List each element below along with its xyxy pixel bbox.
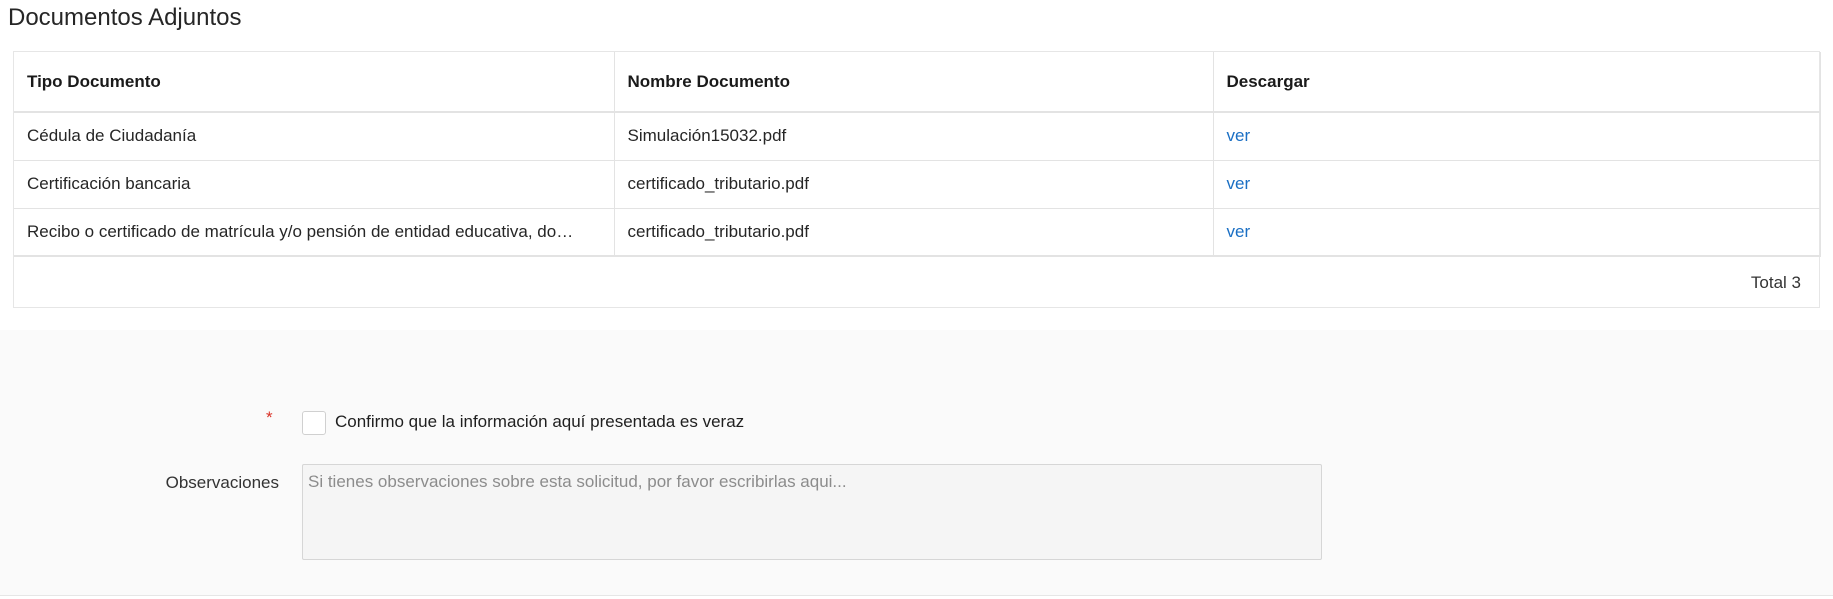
view-link[interactable]: ver (1227, 126, 1251, 145)
documents-table-container: Tipo Documento Nombre Documento Descarga… (13, 51, 1821, 308)
view-link[interactable]: ver (1227, 222, 1251, 241)
documents-table: Tipo Documento Nombre Documento Descarga… (14, 52, 1821, 257)
table-row: Cédula de Ciudadanía Simulación15032.pdf… (14, 112, 1821, 161)
page: Documentos Adjuntos Tipo Documento Nombr… (0, 0, 1833, 599)
table-row: Recibo o certificado de matrícula y/o pe… (14, 208, 1821, 257)
column-header-nombre: Nombre Documento (614, 52, 1214, 113)
column-header-tipo: Tipo Documento (14, 52, 615, 113)
table-row: Certificación bancaria certificado_tribu… (14, 160, 1821, 209)
cell-descargar: ver (1213, 208, 1821, 257)
cell-tipo: Cédula de Ciudadanía (14, 112, 615, 161)
required-marker: * (266, 408, 273, 427)
cell-tipo: Certificación bancaria (14, 160, 615, 209)
cell-descargar: ver (1213, 160, 1821, 209)
cell-nombre: certificado_tributario.pdf (614, 160, 1214, 209)
cell-nombre: certificado_tributario.pdf (614, 208, 1214, 257)
observations-field[interactable] (302, 464, 1322, 560)
confirmation-form: * Confirmo que la información aquí prese… (0, 330, 1833, 596)
confirm-checkbox[interactable] (302, 411, 326, 435)
observations-label: Observaciones (165, 473, 279, 492)
confirm-label[interactable]: Confirmo que la información aquí present… (335, 412, 744, 432)
section-title: Documentos Adjuntos (8, 4, 242, 31)
column-header-descargar: Descargar (1213, 52, 1821, 113)
cell-nombre: Simulación15032.pdf (614, 112, 1214, 161)
table-total: Total 3 (1750, 273, 1801, 292)
cell-tipo: Recibo o certificado de matrícula y/o pe… (14, 208, 615, 257)
view-link[interactable]: ver (1227, 174, 1251, 193)
table-header-row: Tipo Documento Nombre Documento Descarga… (14, 52, 1821, 113)
cell-descargar: ver (1213, 112, 1821, 161)
